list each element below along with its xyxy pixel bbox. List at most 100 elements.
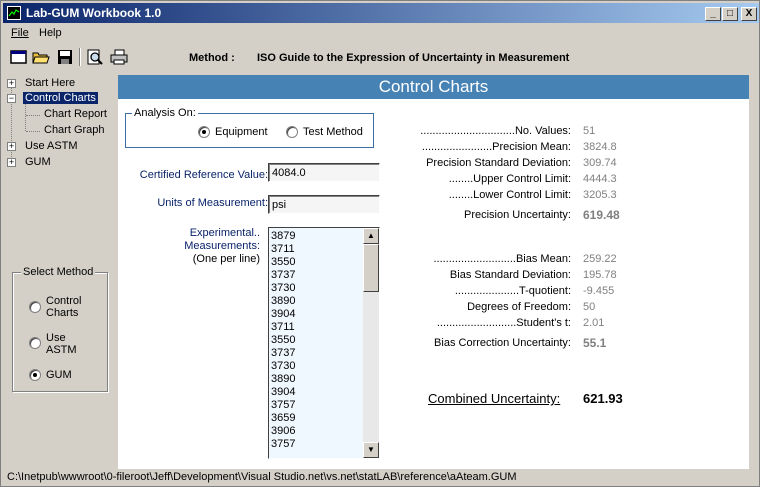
control-charts-panel: Control Charts Analysis On: Equipment Te… xyxy=(118,75,749,469)
no-values-label: ...............................No. Value… xyxy=(420,125,571,137)
bias-correction-uncertainty-label: Bias Correction Uncertainty: xyxy=(434,337,571,349)
no-values-value: 51 xyxy=(583,125,596,137)
measurement-line: 3711 xyxy=(271,243,295,255)
method-value: ISO Guide to the Expression of Uncertain… xyxy=(257,52,570,64)
analysis-on-legend: Analysis On: xyxy=(132,107,198,119)
units-label: Units of Measurement: xyxy=(157,197,268,209)
equipment-radio[interactable] xyxy=(198,126,210,138)
measurement-line: 3890 xyxy=(271,373,296,385)
lower-control-limit-value: 3205.3 xyxy=(583,189,617,201)
close-button[interactable]: X xyxy=(741,7,757,21)
certified-reference-input[interactable] xyxy=(268,163,380,182)
control-charts-radio-label[interactable]: Control Charts xyxy=(46,295,81,319)
measurement-line: 3550 xyxy=(271,256,296,268)
tree-item-label: Control Charts xyxy=(23,92,98,104)
bias-std-dev-value: 195.78 xyxy=(583,269,617,281)
test-method-radio-label[interactable]: Test Method xyxy=(303,126,363,138)
status-bar: C:\Inetpub\wwwroot\0-fileroot\Jeff\Devel… xyxy=(3,470,759,486)
scroll-thumb[interactable] xyxy=(363,244,379,292)
lower-control-limit-label: ........Lower Control Limit: xyxy=(448,189,571,201)
vertical-scrollbar[interactable]: ▲ ▼ xyxy=(363,228,379,458)
menu-help[interactable]: Help xyxy=(39,27,62,39)
measurement-line: 3879 xyxy=(271,230,296,242)
navigation-tree: + Start Here − Control Charts Chart Repo… xyxy=(7,75,113,185)
select-method-legend: Select Method xyxy=(21,266,96,278)
measurements-label-line: Measurements: xyxy=(184,240,260,252)
combined-uncertainty-label: Combined Uncertainty: xyxy=(428,391,561,406)
status-file-path: C:\Inetpub\wwwroot\0-fileroot\Jeff\Devel… xyxy=(7,471,517,483)
t-quotient-label: .....................T-quotient: xyxy=(454,285,571,297)
degrees-of-freedom-value: 50 xyxy=(583,301,596,313)
radio-label-line: Use xyxy=(46,332,66,344)
tree-item-control-charts[interactable]: − Control Charts xyxy=(7,92,107,107)
minimize-button[interactable]: _ xyxy=(705,7,721,21)
measurement-line: 3904 xyxy=(271,308,296,320)
bias-mean-label: ...........................Bias Mean: xyxy=(433,253,571,265)
expand-icon[interactable]: + xyxy=(7,79,16,88)
method-label: Method : xyxy=(189,52,235,64)
bias-mean-value: 259.22 xyxy=(583,253,617,265)
window-title: Lab-GUM Workbook 1.0 xyxy=(26,6,162,20)
units-input[interactable] xyxy=(268,195,380,214)
menu-file-label: File xyxy=(11,27,29,39)
expand-icon[interactable]: + xyxy=(7,158,16,167)
radio-label-line: Charts xyxy=(46,307,79,319)
tree-item-chart-graph[interactable]: Chart Graph xyxy=(7,124,111,139)
measurement-line: 3550 xyxy=(271,334,296,346)
upper-control-limit-label: ........Upper Control Limit: xyxy=(448,173,571,185)
panel-title: Control Charts xyxy=(118,75,749,99)
new-document-icon[interactable] xyxy=(9,47,29,67)
bias-std-dev-label: Bias Standard Deviation: xyxy=(449,269,571,281)
tree-item-start-here[interactable]: + Start Here xyxy=(7,77,107,92)
bias-correction-uncertainty-value: 55.1 xyxy=(583,336,607,350)
tree-item-label: Chart Graph xyxy=(44,124,105,136)
menu-bar: File Help xyxy=(3,24,759,42)
students-t-value: 2.01 xyxy=(583,317,605,329)
tree-item-label: Start Here xyxy=(25,77,76,89)
measurement-line: 3711 xyxy=(271,321,295,333)
control-charts-radio[interactable] xyxy=(29,301,41,313)
certified-reference-label: Certified Reference Value: xyxy=(139,169,268,181)
open-folder-icon[interactable] xyxy=(31,47,51,67)
use-astm-radio[interactable] xyxy=(29,337,41,349)
maximize-button[interactable]: □ xyxy=(722,7,738,21)
tree-item-chart-report[interactable]: Chart Report xyxy=(7,108,111,123)
title-bar[interactable]: Lab-GUM Workbook 1.0 _ □ X xyxy=(3,3,759,23)
precision-uncertainty-label: Precision Uncertainty: xyxy=(464,209,571,221)
print-preview-icon[interactable] xyxy=(85,47,105,67)
measurement-line: 3904 xyxy=(271,386,296,398)
measurement-line: 3757 xyxy=(271,399,296,411)
precision-std-dev-label: Precision Standard Deviation: xyxy=(426,157,571,169)
students-t-label: ..........................Student's t: xyxy=(436,317,571,329)
measurement-line: 3757 xyxy=(271,438,296,450)
degrees-of-freedom-label: Degrees of Freedom: xyxy=(467,301,571,313)
gum-radio-label[interactable]: GUM xyxy=(46,369,72,381)
equipment-radio-label[interactable]: Equipment xyxy=(215,126,268,138)
tree-item-label: GUM xyxy=(25,156,51,168)
menu-file[interactable]: File xyxy=(11,27,29,39)
radio-label-line: Control xyxy=(46,295,82,307)
measurement-line: 3737 xyxy=(271,347,296,359)
test-method-radio[interactable] xyxy=(286,126,298,138)
measurements-label: Experimental.. Measurements: (One per li… xyxy=(148,227,260,266)
combined-uncertainty-value: 621.93 xyxy=(583,391,623,406)
measurement-line: 3730 xyxy=(271,282,296,294)
radio-label-line: ASTM xyxy=(46,344,77,356)
scroll-down-icon[interactable]: ▼ xyxy=(363,442,379,458)
collapse-icon[interactable]: − xyxy=(7,94,16,103)
measurement-line: 3890 xyxy=(271,295,296,307)
gum-radio[interactable] xyxy=(29,369,41,381)
precision-std-dev-value: 309.74 xyxy=(583,157,617,169)
measurement-line: 3737 xyxy=(271,269,296,281)
print-icon[interactable] xyxy=(109,47,129,67)
measurements-textarea[interactable]: 3879 3711 3550 3737 3730 3890 3904 3711 3550 3737… xyxy=(268,227,380,459)
upper-control-limit-value: 4444.3 xyxy=(583,173,617,185)
tree-item-use-astm[interactable]: + Use ASTM xyxy=(7,140,107,155)
use-astm-radio-label[interactable]: Use ASTM xyxy=(46,332,77,356)
measurement-line: 3906 xyxy=(271,425,296,437)
scroll-up-icon[interactable]: ▲ xyxy=(363,228,379,244)
tree-item-gum[interactable]: + GUM xyxy=(7,156,107,171)
expand-icon[interactable]: + xyxy=(7,142,16,151)
save-disk-icon[interactable] xyxy=(55,47,75,67)
tree-item-label: Chart Report xyxy=(44,108,107,120)
